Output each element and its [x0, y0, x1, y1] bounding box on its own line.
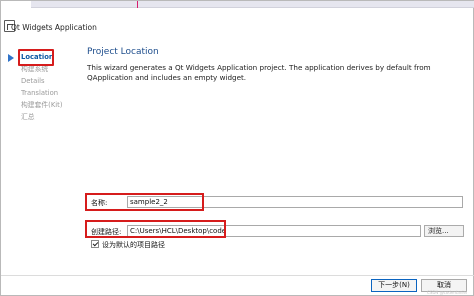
- current-step-arrow-icon: [8, 54, 14, 62]
- window-title: Qt Widgets Application: [11, 23, 97, 32]
- step-kits: 构建套件(Kit): [21, 101, 63, 109]
- page-description: This wizard generates a Qt Widgets Appli…: [87, 63, 431, 82]
- next-button[interactable]: 下一步(N): [371, 279, 417, 292]
- step-summary: 汇总: [21, 113, 35, 121]
- location-highlight-box: [18, 49, 54, 66]
- wizard-sidebar: Location 构建系统 Details Translation 构建套件(K…: [1, 41, 77, 281]
- page-title: Project Location: [87, 47, 159, 57]
- default-path-checkbox[interactable]: [91, 240, 99, 248]
- browse-button[interactable]: 浏览...: [424, 225, 464, 237]
- wizard-footer: 下一步(N) 取消: [1, 275, 474, 296]
- background-strip: [31, 1, 474, 8]
- default-path-label[interactable]: 设为默认的项目路径: [102, 240, 165, 250]
- wizard-window: Qt Widgets Application Location 构建系统 Det…: [0, 0, 474, 296]
- watermark: CSDN @coderdaniel: [427, 290, 468, 295]
- wizard-content: Project Location This wizard generates a…: [77, 41, 474, 277]
- step-details: Details: [21, 77, 45, 85]
- path-highlight-box: [85, 220, 226, 238]
- background-mark: [137, 1, 138, 8]
- name-highlight-box: [85, 193, 204, 211]
- step-translation: Translation: [21, 89, 59, 97]
